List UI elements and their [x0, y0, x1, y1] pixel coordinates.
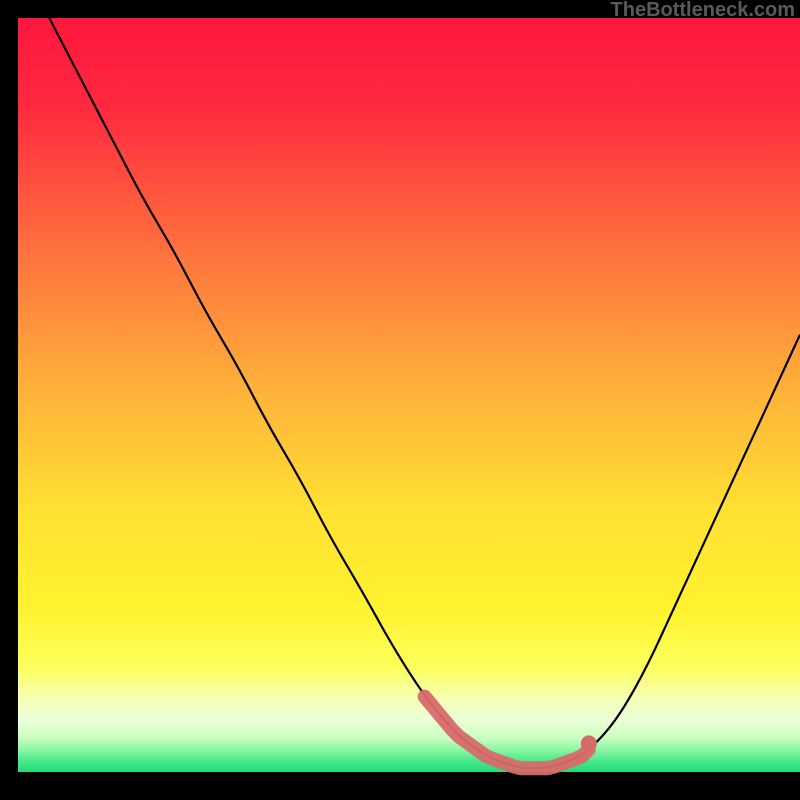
- marker-dot: [581, 735, 597, 751]
- attribution-text: TheBottleneck.com: [611, 0, 795, 21]
- plot-area: [18, 18, 800, 772]
